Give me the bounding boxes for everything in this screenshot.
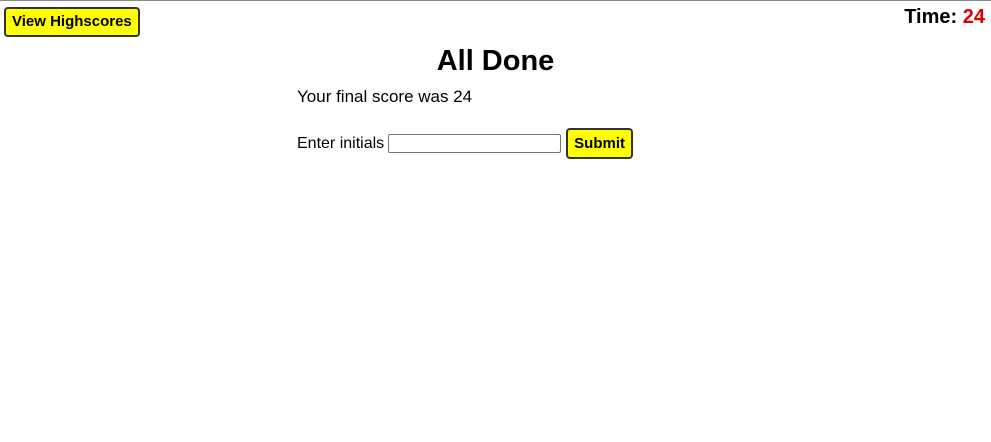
initials-input[interactable] [388,134,562,153]
view-highscores-button[interactable]: View Highscores [4,7,140,37]
final-score-text: Your final score was 24 [297,87,473,106]
initials-form: Enter initials Submit [297,128,633,159]
top-border [0,0,991,1]
page-title: All Done [436,45,555,77]
submit-button[interactable]: Submit [566,128,633,159]
timer-label: Time: [904,6,958,28]
initials-label: Enter initials [297,134,385,152]
timer-value: 24 [962,6,985,28]
timer: Time: 24 [904,6,985,29]
